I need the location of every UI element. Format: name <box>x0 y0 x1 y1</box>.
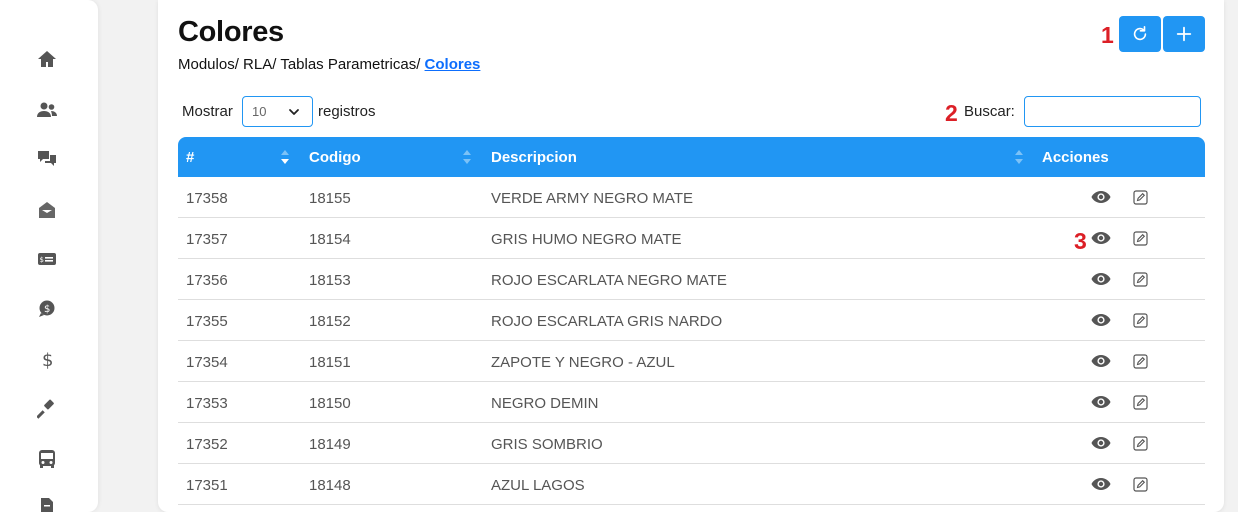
header-acciones: Acciones <box>1042 149 1109 166</box>
table-row: 17354 18151 ZAPOTE Y NEGRO - AZUL <box>178 341 1205 382</box>
header-id[interactable]: # <box>186 149 194 166</box>
page-size-select[interactable]: 10 <box>242 96 313 127</box>
sort-icon[interactable] <box>462 149 472 165</box>
add-button[interactable] <box>1163 16 1205 52</box>
header-descripcion[interactable]: Descripcion <box>491 149 577 166</box>
view-eye-icon[interactable] <box>1091 313 1111 327</box>
sort-desc-icon[interactable] <box>280 149 290 165</box>
cell-codigo: 18152 <box>309 313 351 330</box>
cell-descripcion: ROJO ESCARLATA GRIS NARDO <box>491 313 723 330</box>
bus-icon[interactable] <box>36 448 58 470</box>
chevron-down-icon <box>289 109 299 115</box>
cell-codigo: 18148 <box>309 477 351 494</box>
cell-codigo: 18154 <box>309 231 351 248</box>
cell-id: 17351 <box>186 477 228 494</box>
users-icon[interactable] <box>36 99 58 121</box>
search-label: Buscar: <box>964 103 1015 120</box>
table-row: 17355 18152 ROJO ESCARLATA GRIS NARDO <box>178 300 1205 341</box>
sort-icon[interactable] <box>1014 149 1024 165</box>
breadcrumb-modulos[interactable]: Modulos/ <box>178 56 239 73</box>
cell-id: 17353 <box>186 395 228 412</box>
view-eye-icon[interactable] <box>1091 231 1111 245</box>
chat-icon[interactable] <box>36 148 58 170</box>
breadcrumb-current[interactable]: Colores <box>425 56 481 73</box>
edit-icon[interactable] <box>1133 231 1148 246</box>
cell-id: 17357 <box>186 231 228 248</box>
table-row: 17351 18148 AZUL LAGOS <box>178 464 1205 505</box>
cell-id: 17352 <box>186 436 228 453</box>
breadcrumb-rla[interactable]: RLA/ <box>243 56 276 73</box>
search-input[interactable] <box>1024 96 1201 127</box>
table-header: # Codigo Descripcion Acciones <box>178 137 1205 177</box>
table-row: 17358 18155 VERDE ARMY NEGRO MATE <box>178 177 1205 218</box>
page-size-value: 10 <box>252 104 267 119</box>
cell-descripcion: NEGRO DEMIN <box>491 395 599 412</box>
cell-id: 17358 <box>186 190 228 207</box>
view-eye-icon[interactable] <box>1091 354 1111 368</box>
marker-2: 2 <box>945 100 958 126</box>
edit-icon[interactable] <box>1133 272 1148 287</box>
edit-icon[interactable] <box>1133 436 1148 451</box>
cell-descripcion: GRIS SOMBRIO <box>491 436 603 453</box>
breadcrumb: Modulos/ RLA/ Tablas Parametricas/ Color… <box>178 56 480 73</box>
sidebar: $ $ $ <box>0 0 98 512</box>
view-eye-icon[interactable] <box>1091 190 1111 204</box>
cell-codigo: 18151 <box>309 354 351 371</box>
edit-icon[interactable] <box>1133 190 1148 205</box>
cell-codigo: 18149 <box>309 436 351 453</box>
page-title: Colores <box>178 16 284 48</box>
records-label: registros <box>318 103 376 120</box>
table-row: 17356 18153 ROJO ESCARLATA NEGRO MATE <box>178 259 1205 300</box>
marker-3: 3 <box>1074 228 1087 254</box>
money-card-icon[interactable]: $ <box>36 248 58 270</box>
document-icon[interactable] <box>36 496 58 512</box>
edit-icon[interactable] <box>1133 477 1148 492</box>
table-row: 17352 18149 GRIS SOMBRIO <box>178 423 1205 464</box>
gavel-icon[interactable] <box>36 398 58 420</box>
cell-descripcion: GRIS HUMO NEGRO MATE <box>491 231 682 248</box>
svg-text:$: $ <box>42 350 53 369</box>
cell-descripcion: ZAPOTE Y NEGRO - AZUL <box>491 354 675 371</box>
edit-icon[interactable] <box>1133 395 1148 410</box>
cell-id: 17354 <box>186 354 228 371</box>
marker-1: 1 <box>1101 22 1114 48</box>
view-eye-icon[interactable] <box>1091 477 1111 491</box>
cell-codigo: 18153 <box>309 272 351 289</box>
edit-icon[interactable] <box>1133 313 1148 328</box>
view-eye-icon[interactable] <box>1091 395 1111 409</box>
refresh-button[interactable] <box>1119 16 1161 52</box>
table-row: 17357 18154 GRIS HUMO NEGRO MATE <box>178 218 1205 259</box>
cell-descripcion: ROJO ESCARLATA NEGRO MATE <box>491 272 727 289</box>
coin-chat-icon[interactable]: $ <box>36 298 58 320</box>
svg-text:$: $ <box>40 256 44 264</box>
dollar-icon[interactable]: $ <box>36 348 58 370</box>
view-eye-icon[interactable] <box>1091 436 1111 450</box>
cell-descripcion: VERDE ARMY NEGRO MATE <box>491 190 693 207</box>
table-row: 17353 18150 NEGRO DEMIN <box>178 382 1205 423</box>
view-eye-icon[interactable] <box>1091 272 1111 286</box>
header-codigo[interactable]: Codigo <box>309 149 361 166</box>
svg-text:$: $ <box>44 304 50 315</box>
breadcrumb-tablas[interactable]: Tablas Parametricas/ <box>280 56 420 73</box>
cell-codigo: 18150 <box>309 395 351 412</box>
refresh-icon <box>1133 25 1147 41</box>
home-icon[interactable] <box>36 48 58 70</box>
cell-id: 17356 <box>186 272 228 289</box>
cell-descripcion: AZUL LAGOS <box>491 477 585 494</box>
inbox-icon[interactable] <box>36 199 58 221</box>
cell-codigo: 18155 <box>309 190 351 207</box>
main-card: Colores Modulos/ RLA/ Tablas Parametrica… <box>158 0 1224 512</box>
cell-id: 17355 <box>186 313 228 330</box>
show-label: Mostrar <box>182 103 233 120</box>
plus-icon <box>1176 26 1192 42</box>
edit-icon[interactable] <box>1133 354 1148 369</box>
